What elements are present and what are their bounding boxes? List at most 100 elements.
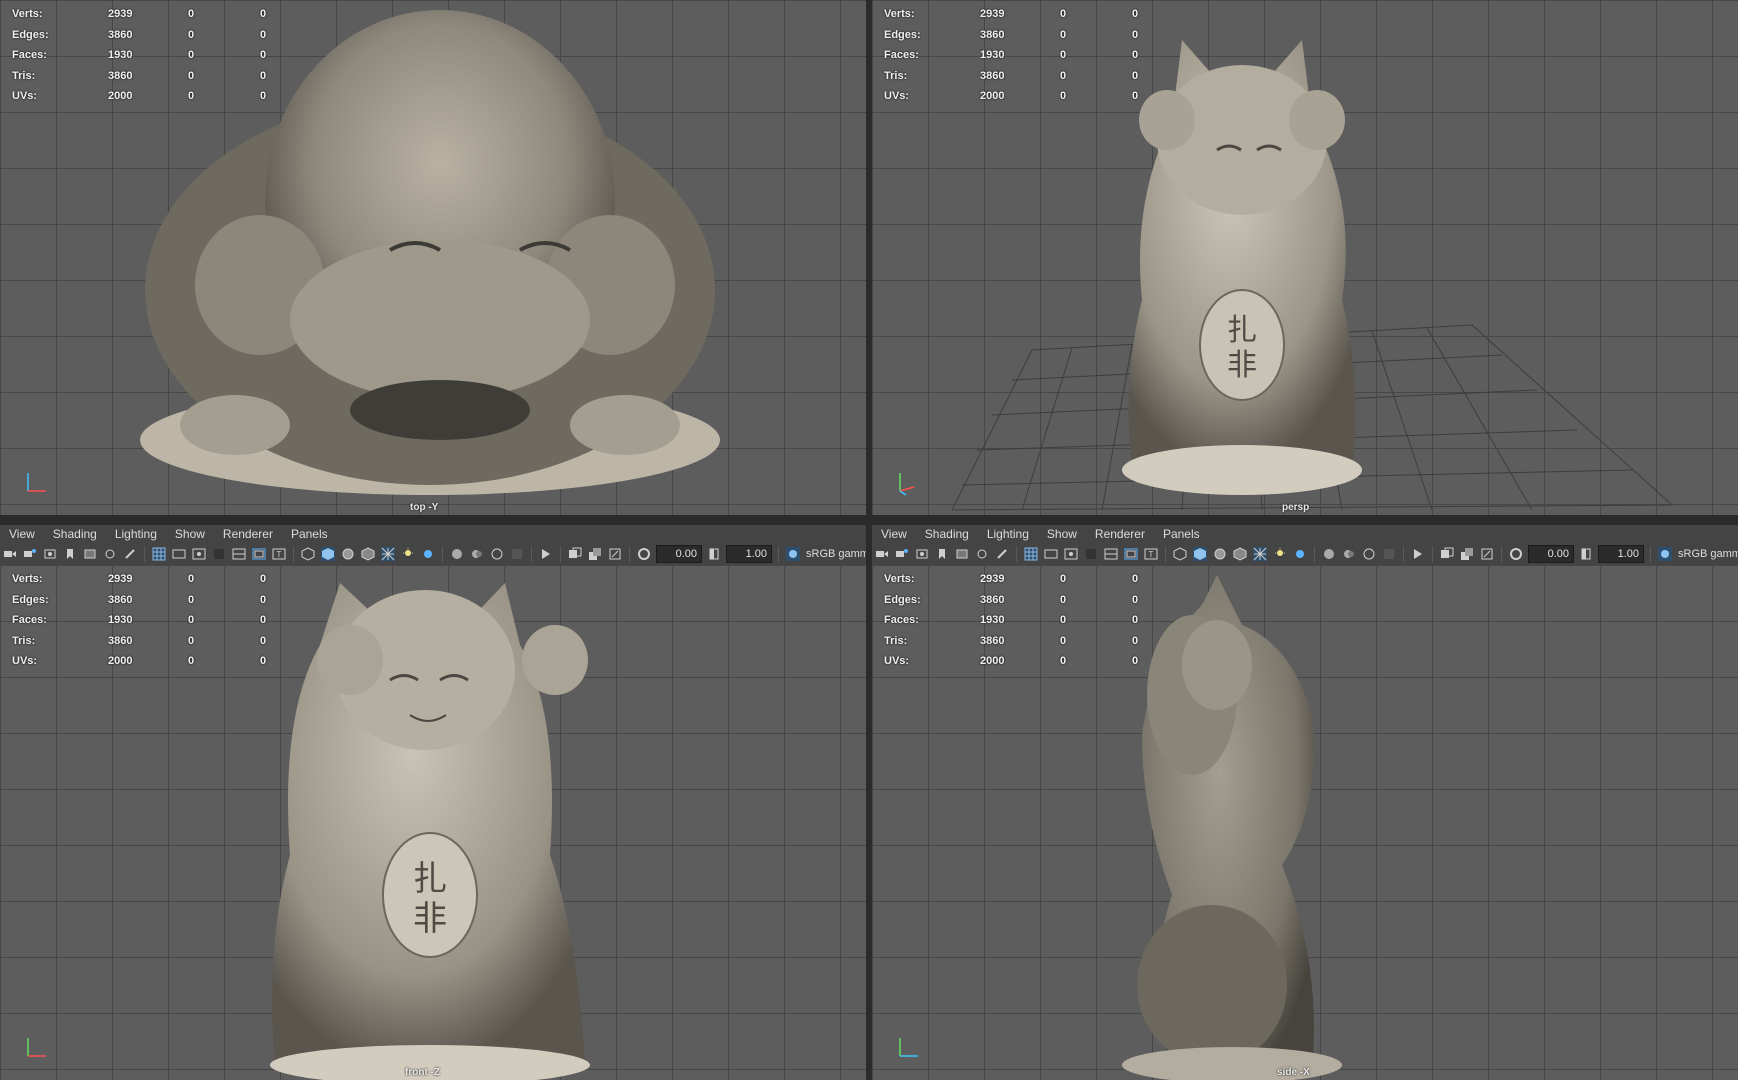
film-gate-icon[interactable] [1044,547,1058,561]
isolate-icon[interactable] [1411,547,1425,561]
smooth-shade-icon[interactable] [321,547,335,561]
stat-value: 0 [260,573,267,585]
camera-icon[interactable] [3,547,17,561]
resolution-gate-icon[interactable] [1064,547,1078,561]
gamma-field[interactable]: 1.00 [726,545,772,563]
hud-icon[interactable] [1440,547,1454,561]
stat-value: 1930 [980,49,1005,61]
poly-count-hud: Verts: 2939 0 0 Edges: 3860 0 0 Faces: 1930 0 0 T… [884,4,1172,107]
frame-all-icon[interactable] [608,547,622,561]
motion-blur-icon[interactable] [1342,547,1356,561]
rotate-view-icon[interactable] [103,547,117,561]
menu-lighting[interactable]: Lighting [978,527,1038,541]
frame-all-icon[interactable] [1480,547,1494,561]
exposure-icon[interactable] [1509,547,1523,561]
menu-shading[interactable]: Shading [916,527,978,541]
menu-shading[interactable]: Shading [44,527,106,541]
safe-title-icon[interactable]: T [1144,547,1158,561]
isolate-icon[interactable] [539,547,553,561]
menu-renderer[interactable]: Renderer [214,527,282,541]
stat-label: UVs: [12,655,38,667]
menu-renderer[interactable]: Renderer [1086,527,1154,541]
depth-of-field-icon[interactable] [510,547,524,561]
viewport-top[interactable]: Verts: 2939 0 0 Edges: 3860 0 0 Faces: 1930 0 0 T… [0,0,866,515]
stat-value: 3860 [980,593,1005,606]
stat-label: UVs: [884,90,910,102]
grid-icon[interactable] [152,547,166,561]
pencil-icon[interactable] [995,547,1009,561]
colorspace-label[interactable]: sRGB gamm [1675,548,1738,560]
gamma-icon[interactable] [1579,547,1593,561]
menu-panels[interactable]: Panels [282,527,337,541]
motion-blur-icon[interactable] [470,547,484,561]
gate-mask-icon[interactable] [1084,547,1098,561]
gate-mask-icon[interactable] [212,547,226,561]
grid-icon[interactable] [1024,547,1038,561]
gamma-icon[interactable] [707,547,721,561]
field-chart-icon[interactable] [232,547,246,561]
shadows-icon[interactable] [1293,547,1307,561]
viewport-side[interactable]: Verts: 2939 0 0 Edges: 3860 0 0 Faces: 1930 0 0 T… [872,565,1738,1080]
toolbar-separator [560,546,561,562]
field-chart-icon[interactable] [1104,547,1118,561]
film-gate-icon[interactable] [172,547,186,561]
gamma-field[interactable]: 1.00 [1598,545,1644,563]
anti-alias-icon[interactable] [1362,547,1376,561]
camera-icon[interactable] [875,547,889,561]
wireframe-on-shaded-icon[interactable] [341,547,355,561]
xray-icon[interactable] [1253,547,1267,561]
colorspace-icon[interactable] [786,547,800,561]
lighting-icon[interactable] [1273,547,1287,561]
menu-lighting[interactable]: Lighting [106,527,166,541]
snapshot-icon[interactable] [915,547,929,561]
exposure-field[interactable]: 0.00 [1528,545,1574,563]
ambient-occlusion-icon[interactable] [450,547,464,561]
bookmark-icon[interactable] [935,547,949,561]
textured-icon[interactable] [1233,547,1247,561]
image-plane-icon[interactable] [955,547,969,561]
menu-view[interactable]: View [872,527,916,541]
colorspace-icon[interactable] [1658,547,1672,561]
menu-show[interactable]: Show [166,527,214,541]
exposure-icon[interactable] [637,547,651,561]
ambient-occlusion-icon[interactable] [1322,547,1336,561]
textured-icon[interactable] [361,547,375,561]
anti-alias-icon[interactable] [490,547,504,561]
pencil-icon[interactable] [123,547,137,561]
smooth-shade-icon[interactable] [1193,547,1207,561]
snapshot-icon[interactable] [43,547,57,561]
stat-value: 2000 [980,90,1005,102]
image-plane-icon[interactable] [83,547,97,561]
menu-show[interactable]: Show [1038,527,1086,541]
safe-action-icon[interactable] [1124,547,1138,561]
safe-action-icon[interactable] [252,547,266,561]
bookmark-icon[interactable] [63,547,77,561]
safe-title-icon[interactable]: T [272,547,286,561]
stat-value: 0 [260,69,267,82]
exposure-field[interactable]: 0.00 [656,545,702,563]
camera-attributes-icon[interactable] [895,547,909,561]
xray-icon[interactable] [381,547,395,561]
stat-value: 0 [1132,90,1139,102]
depth-of-field-icon[interactable] [1382,547,1396,561]
wireframe-icon[interactable] [301,547,315,561]
hud-icon[interactable] [568,547,582,561]
stat-value: 0 [188,69,195,82]
resolution-gate-icon[interactable] [192,547,206,561]
menu-panels[interactable]: Panels [1154,527,1209,541]
rotate-view-icon[interactable] [975,547,989,561]
shadows-icon[interactable] [421,547,435,561]
viewport-persp[interactable]: 扎 非 Verts: 2939 0 0 Edges: 3860 0 0 Faces: 1930… [872,0,1738,515]
stat-value: 0 [188,655,195,667]
stat-value: 0 [260,49,267,61]
toolbar-separator [1432,546,1433,562]
camera-attributes-icon[interactable] [23,547,37,561]
viewport-front[interactable]: 扎 非 Verts: 2939 0 0 Edges: 3860 0 0 Faces: 1930… [0,565,866,1080]
wireframe-icon[interactable] [1173,547,1187,561]
wireframe-on-shaded-icon[interactable] [1213,547,1227,561]
menu-view[interactable]: View [0,527,44,541]
colorspace-label[interactable]: sRGB gamm [803,548,866,560]
select-camera-icon[interactable] [1460,547,1474,561]
select-camera-icon[interactable] [588,547,602,561]
lighting-icon[interactable] [401,547,415,561]
